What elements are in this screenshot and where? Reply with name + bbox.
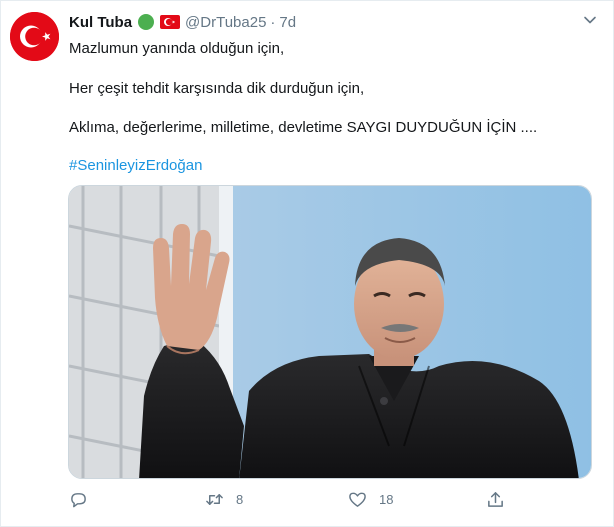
reply-button[interactable] (69, 487, 100, 511)
tweet-actions: 8 18 (69, 487, 509, 511)
tweet-timestamp[interactable]: 7d (279, 14, 296, 31)
photo-illustration (69, 186, 591, 478)
green-circle-icon (138, 14, 155, 30)
turkey-flag-emoji-icon (160, 15, 181, 29)
retweet-icon (206, 493, 223, 505)
retweet-count: 8 (236, 491, 244, 507)
tweet-line: Her çeşit tehdit karşısında dik durduğun… (69, 80, 365, 97)
header-separator: · (270, 13, 276, 31)
author-avatar[interactable] (10, 12, 59, 61)
tweet-header: Kul Tuba @DrTuba25 · 7d (69, 12, 296, 32)
author-name[interactable]: Kul Tuba (69, 14, 132, 31)
heart-icon (349, 492, 366, 507)
tweet-photo[interactable] (68, 185, 592, 479)
tweet-line: Mazlumun yanında olduğun için, (69, 40, 285, 57)
chevron-down-icon[interactable] (583, 13, 597, 27)
tweet-line: Aklıma, değerlerime, milletime, devletim… (69, 119, 538, 136)
author-handle[interactable]: @DrTuba25 (185, 14, 266, 31)
tweet-card[interactable]: Kul Tuba @DrTuba25 · 7d Mazlumun yanında… (0, 0, 614, 527)
like-count: 18 (379, 491, 394, 507)
share-icon (488, 491, 503, 507)
hashtag-link[interactable]: #SeninleyizErdoğan (69, 156, 202, 176)
share-button[interactable] (486, 487, 517, 511)
like-button[interactable]: 18 (348, 487, 393, 511)
retweet-button[interactable]: 8 (205, 487, 243, 511)
reply-icon (71, 492, 86, 507)
turkish-flag-icon (10, 12, 59, 61)
